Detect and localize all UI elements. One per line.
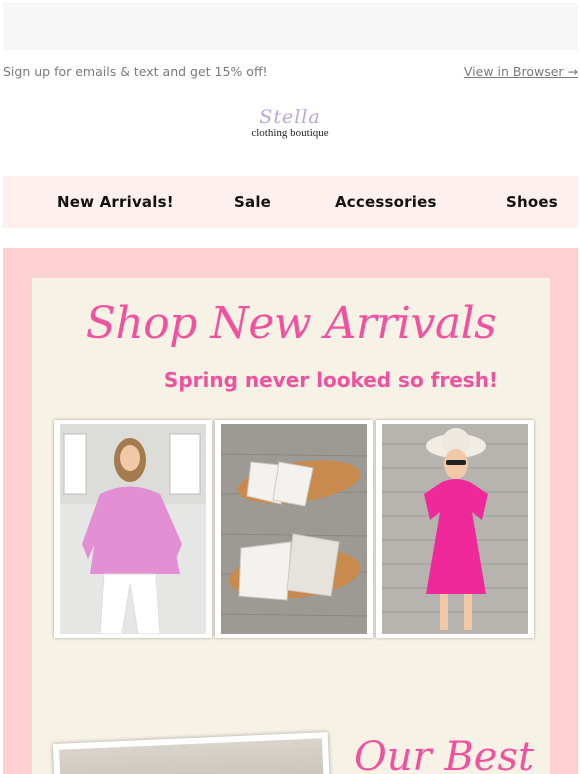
logo-script-text: Stella (259, 106, 321, 128)
promo-text[interactable]: Sign up for emails & text and get 15% of… (3, 64, 268, 79)
logo-subtitle: clothing boutique (251, 127, 329, 139)
pink-dress-photo-icon (382, 424, 528, 634)
hero-heading: Shop New Arrivals (85, 298, 497, 349)
main-nav: New Arrivals! Sale Accessories Shoes (3, 176, 578, 228)
hero-subheading: Spring never looked so fresh! (163, 368, 499, 392)
top-banner (3, 3, 578, 50)
nav-item-accessories[interactable]: Accessories (335, 193, 437, 211)
product-photo-sandals[interactable] (215, 420, 373, 638)
pink-blouse-photo-icon (60, 424, 206, 634)
section-title-our-best: Our Best (354, 734, 535, 774)
nav-item-shoes[interactable]: Shoes (506, 193, 558, 211)
product-photo-bottom[interactable] (52, 732, 331, 774)
view-in-browser-link[interactable]: View in Browser → (464, 64, 578, 79)
nav-item-new-arrivals[interactable]: New Arrivals! (57, 193, 174, 211)
bottom-photo-image (59, 738, 325, 774)
product-photo-dress[interactable] (376, 420, 534, 638)
product-photo-blouse[interactable] (54, 420, 212, 638)
brand-logo[interactable]: Stella clothing boutique (230, 106, 350, 150)
nav-item-sale[interactable]: Sale (234, 193, 271, 211)
hero-panel: Shop New Arrivals Spring never looked so… (32, 278, 550, 774)
white-sandals-photo-icon (221, 424, 367, 634)
